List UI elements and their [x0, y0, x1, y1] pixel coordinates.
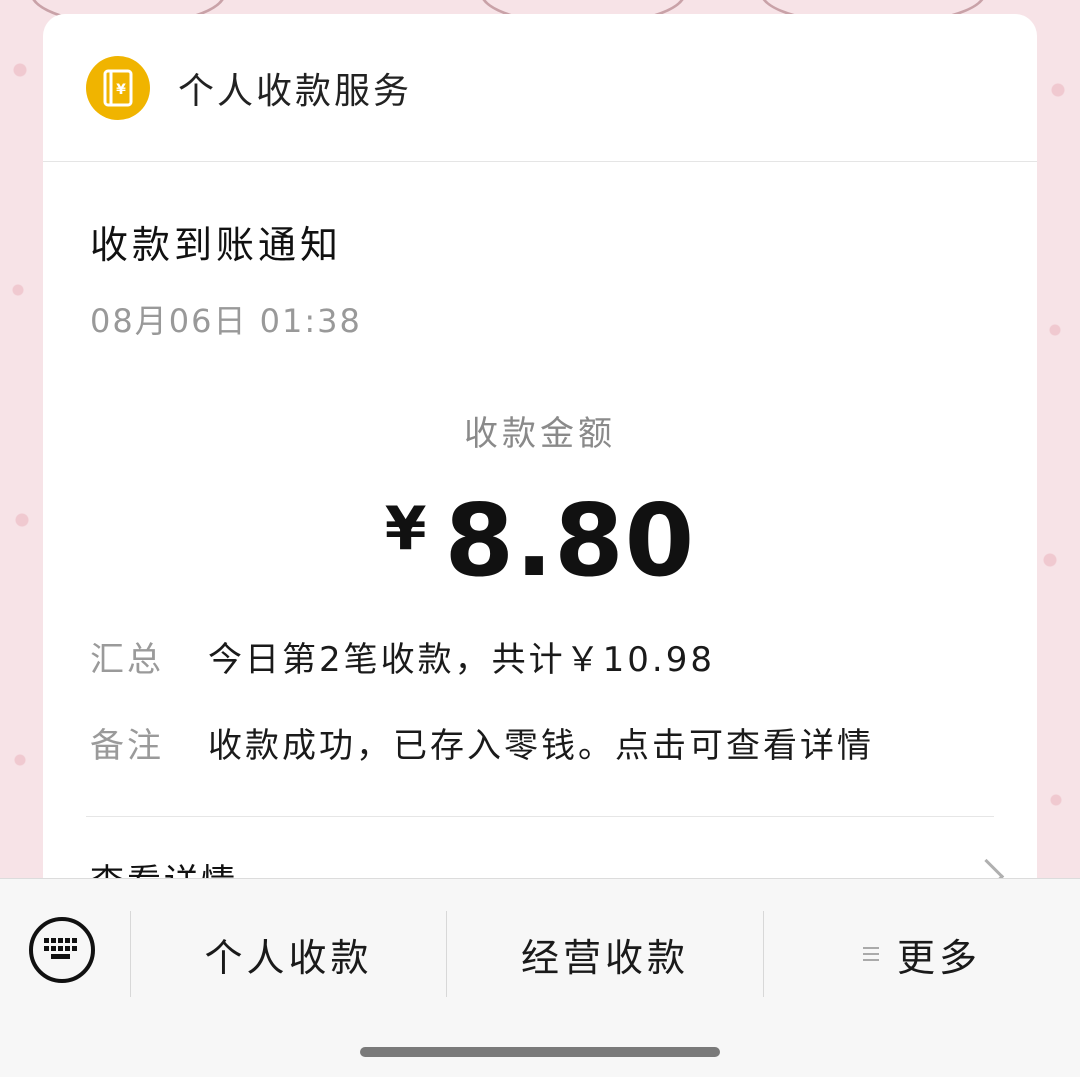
ledger-yen-icon: ¥: [86, 55, 150, 120]
keyboard-icon[interactable]: [29, 917, 95, 983]
home-indicator[interactable]: [360, 1047, 720, 1057]
menu-more-label: 更多: [896, 935, 981, 980]
amount-label: 收款金额: [464, 414, 616, 454]
service-name: 个人收款服务: [178, 70, 413, 112]
notification-title: 收款到账通知: [90, 223, 343, 267]
divider: [86, 816, 994, 817]
service-header[interactable]: ¥ 个人收款服务: [43, 14, 1037, 162]
amount-value: 8.80: [444, 482, 696, 599]
menu-business-collection-label: 经营收款: [520, 935, 689, 980]
summary-key: 汇总: [90, 640, 164, 680]
remark-key: 备注: [90, 726, 164, 766]
menu-personal-collection-label: 个人收款: [204, 935, 373, 980]
currency-symbol: ¥: [384, 494, 427, 564]
remark-row: 备注 收款成功，已存入零钱。点击可查看详情: [90, 718, 874, 767]
bottom-menu-bar: 个人收款 经营收款 更多: [0, 878, 1080, 1077]
notification-card[interactable]: ¥ 个人收款服务 收款到账通知 08月06日 01:38 收款金额 ¥8.80 …: [43, 14, 1037, 914]
menu-more[interactable]: 更多: [764, 911, 1080, 997]
menu-lines-icon: [862, 943, 879, 965]
remark-value: 收款成功，已存入零钱。点击可查看详情: [208, 726, 874, 766]
menu-business-collection[interactable]: 经营收款: [447, 911, 763, 997]
svg-text:¥: ¥: [116, 82, 126, 98]
amount-display: ¥8.80: [43, 482, 1037, 599]
summary-row: 汇总 今日第2笔收款，共计￥10.98: [90, 632, 715, 681]
summary-value: 今日第2笔收款，共计￥10.98: [208, 640, 715, 680]
menu-personal-collection[interactable]: 个人收款: [131, 911, 446, 997]
notification-time: 08月06日 01:38: [90, 302, 362, 340]
